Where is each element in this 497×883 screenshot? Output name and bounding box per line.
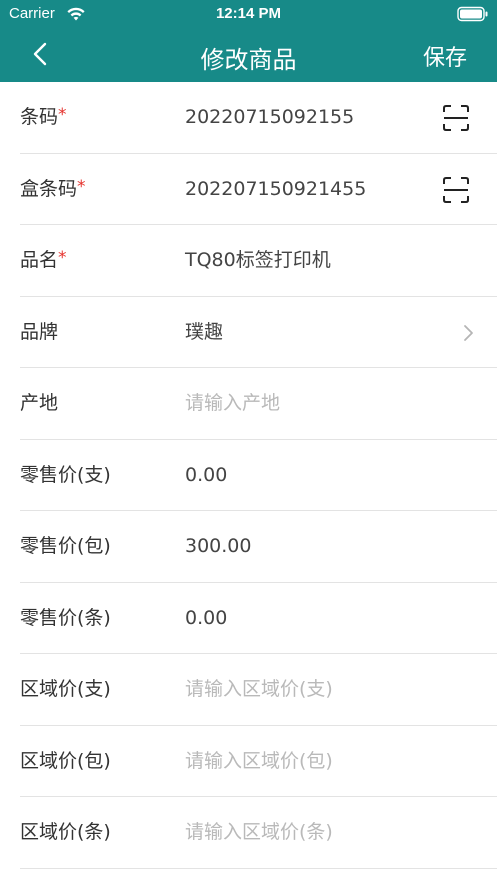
brand-value[interactable]: 璞趣 bbox=[185, 297, 425, 368]
origin-row: 产地 bbox=[0, 368, 497, 440]
regional-price-pack-row: 区域价(包) bbox=[0, 725, 497, 798]
scan-barcode-icon[interactable] bbox=[442, 104, 470, 132]
barcode-label: 条码* bbox=[20, 105, 67, 128]
retail-price-carton-label: 零售价(条) bbox=[20, 606, 111, 629]
brand-label: 品牌 bbox=[20, 320, 59, 343]
product-form: 条码* 20220715092155 盒条码* 202207150921455 … bbox=[0, 82, 497, 869]
scan-barcode-icon[interactable] bbox=[442, 176, 470, 204]
regional-price-stick-row: 区域价(支) bbox=[0, 654, 497, 726]
box-barcode-label: 盒条码* bbox=[20, 176, 86, 200]
regional-price-carton-input[interactable] bbox=[185, 797, 425, 868]
product-name-value[interactable]: TQ80标签打印机 bbox=[185, 225, 425, 296]
retail-price-stick-label: 零售价(支) bbox=[20, 463, 111, 486]
brand-row[interactable]: 品牌 璞趣 bbox=[0, 297, 497, 369]
save-button[interactable]: 保存 bbox=[423, 40, 467, 72]
battery-icon bbox=[457, 6, 488, 22]
required-mark: * bbox=[77, 176, 86, 197]
navigation-bar: 修改商品 保存 bbox=[0, 28, 497, 82]
regional-price-stick-input[interactable] bbox=[185, 654, 425, 725]
product-name-row: 品名* TQ80标签打印机 bbox=[0, 225, 497, 297]
chevron-right-icon[interactable] bbox=[461, 323, 475, 343]
origin-label: 产地 bbox=[20, 392, 59, 414]
retail-price-pack-value[interactable]: 300.00 bbox=[185, 511, 425, 582]
origin-input[interactable] bbox=[185, 368, 425, 439]
regional-price-pack-input[interactable] bbox=[185, 725, 425, 797]
required-mark: * bbox=[58, 105, 67, 125]
retail-price-carton-row: 零售价(条) 0.00 bbox=[0, 583, 497, 655]
product-name-label: 品名* bbox=[20, 248, 67, 271]
retail-price-stick-value[interactable]: 0.00 bbox=[185, 440, 425, 511]
status-time: 12:14 PM bbox=[215, 5, 282, 22]
box-barcode-row: 盒条码* 202207150921455 bbox=[0, 154, 497, 226]
retail-price-stick-row: 零售价(支) 0.00 bbox=[0, 440, 497, 512]
retail-price-carton-value[interactable]: 0.00 bbox=[185, 583, 425, 654]
regional-price-stick-label: 区域价(支) bbox=[20, 678, 111, 700]
edit-product-screen: Carrier 12:14 PM 修改商品 保存 条码* 20220715092… bbox=[0, 0, 497, 883]
status-bar: Carrier 12:14 PM bbox=[0, 0, 497, 28]
retail-price-pack-row: 零售价(包) 300.00 bbox=[0, 511, 497, 583]
regional-price-carton-label: 区域价(条) bbox=[20, 821, 111, 843]
barcode-value[interactable]: 20220715092155 bbox=[185, 82, 425, 153]
regional-price-pack-label: 区域价(包) bbox=[20, 749, 111, 772]
regional-price-carton-row: 区域价(条) bbox=[0, 797, 497, 869]
required-mark: * bbox=[58, 248, 67, 268]
retail-price-pack-label: 零售价(包) bbox=[20, 535, 111, 557]
box-barcode-value[interactable]: 202207150921455 bbox=[185, 154, 425, 225]
barcode-row: 条码* 20220715092155 bbox=[0, 82, 497, 154]
